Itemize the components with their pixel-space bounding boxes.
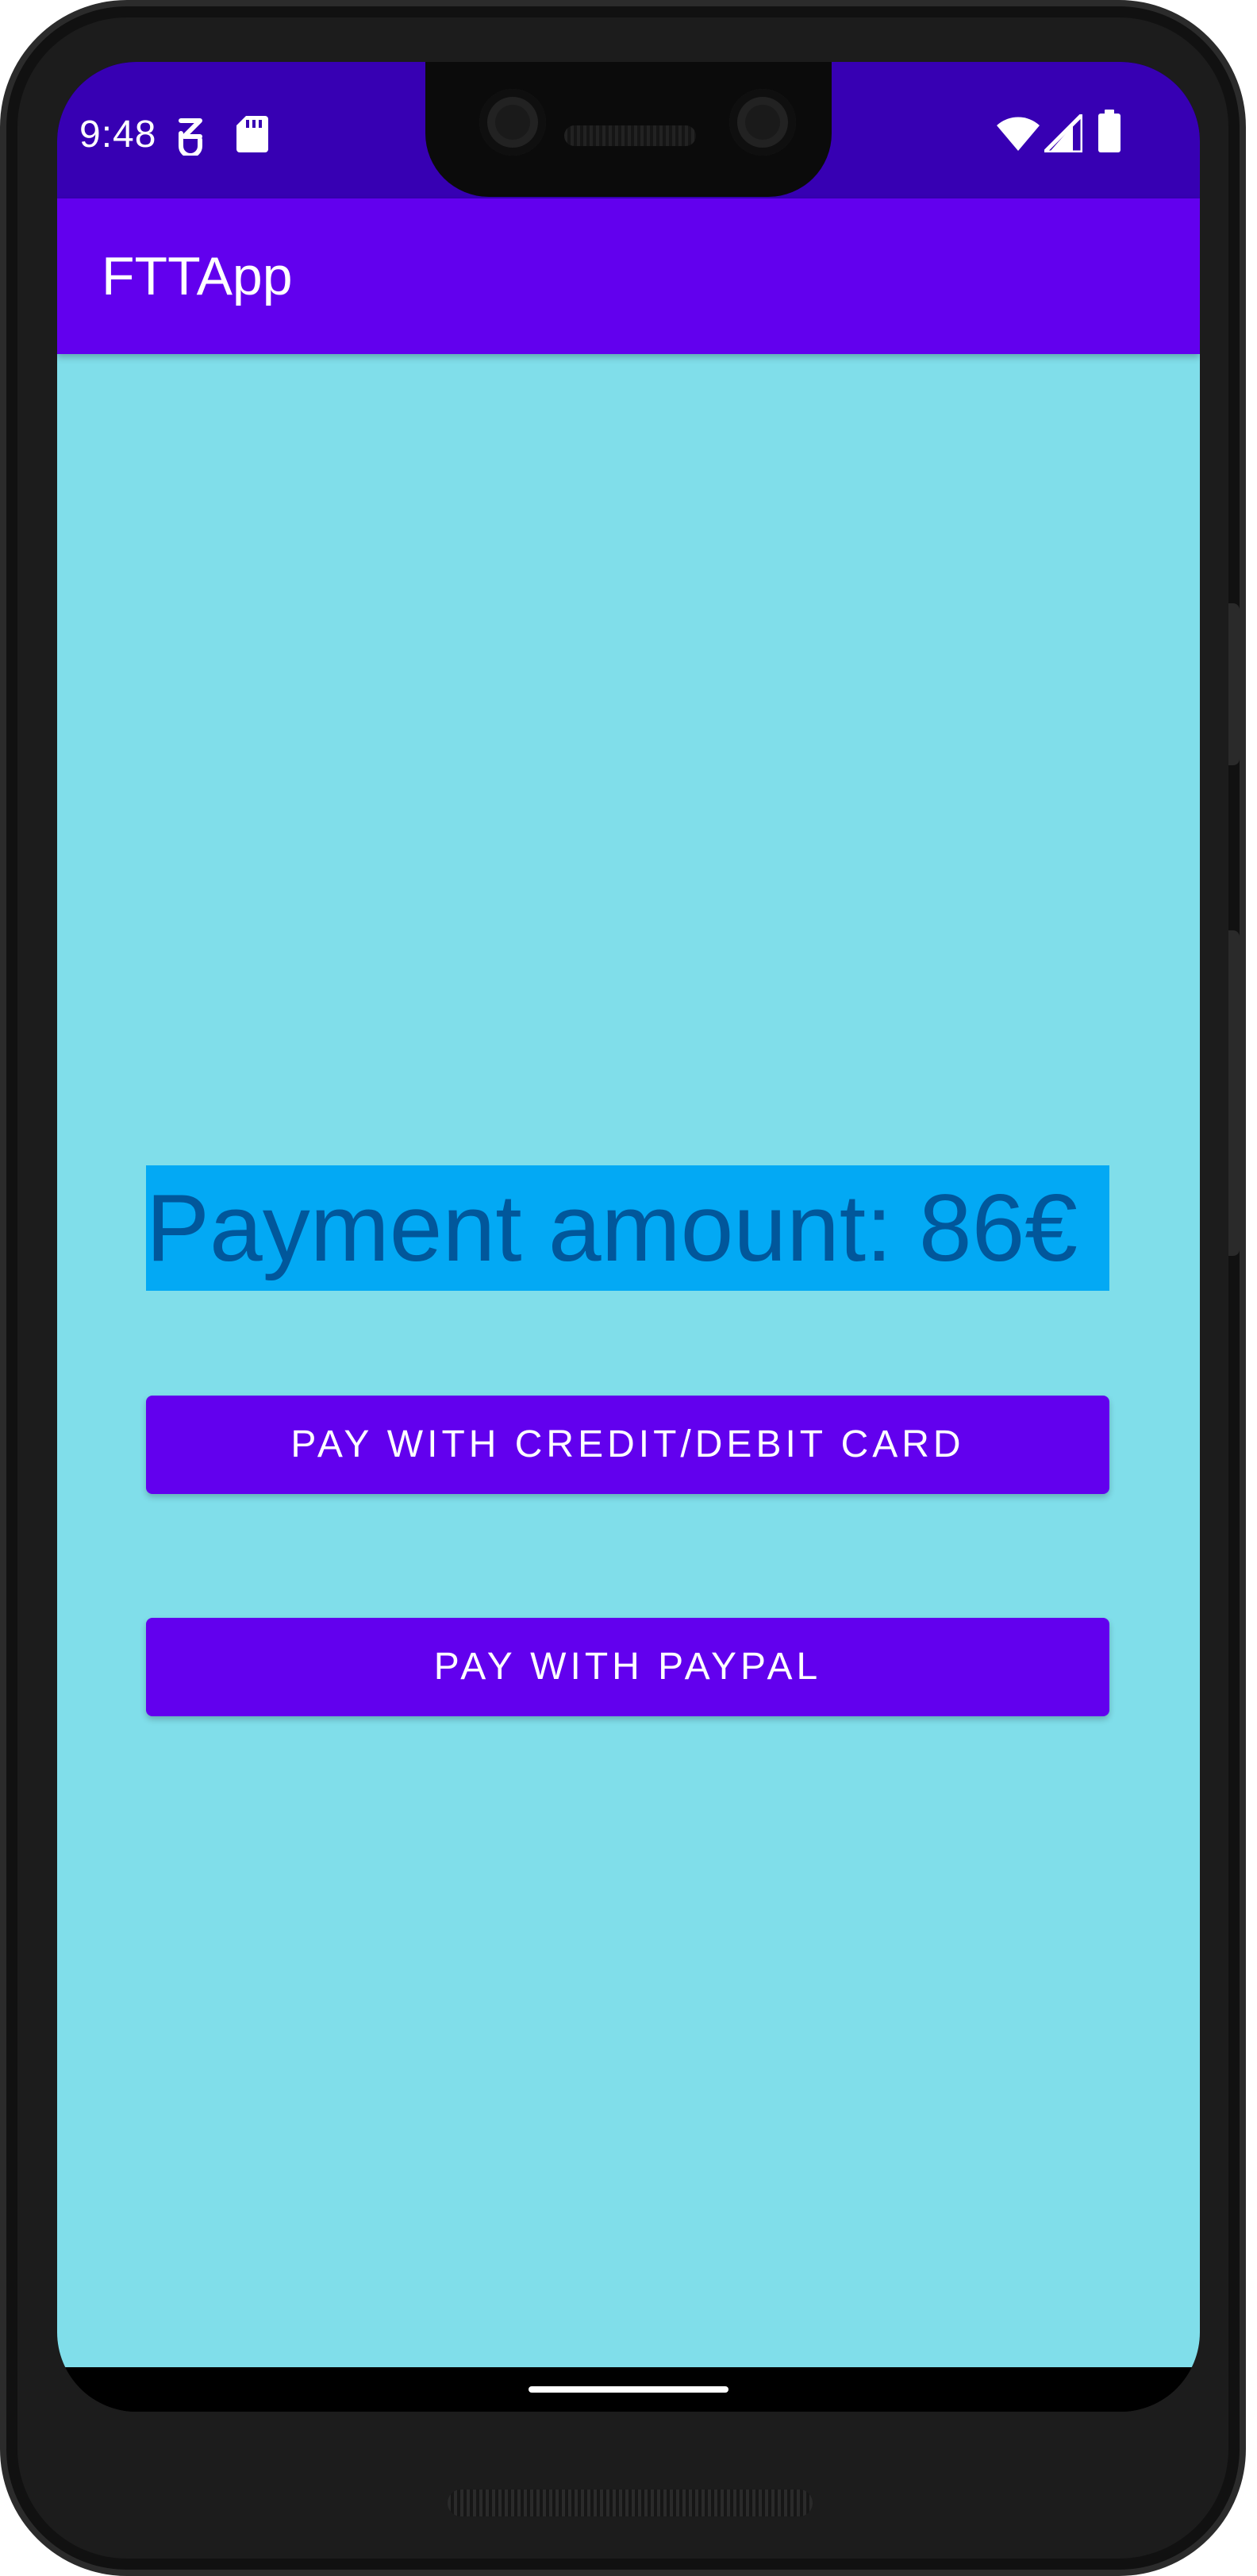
data-saver-icon — [175, 114, 206, 160]
pay-with-card-button[interactable]: PAY WITH CREDIT/DEBIT CARD — [146, 1396, 1109, 1494]
earpiece-speaker — [564, 125, 696, 146]
front-camera-left — [479, 89, 546, 156]
bottom-speaker-grille — [448, 2489, 813, 2516]
volume-rocker — [1228, 930, 1240, 1256]
sd-card-icon — [236, 116, 268, 156]
pay-with-paypal-button[interactable]: PAY WITH PAYPAL — [146, 1618, 1109, 1716]
app-title: FTTApp — [102, 246, 293, 306]
display-notch — [425, 62, 832, 197]
wifi-icon — [997, 116, 1040, 155]
app-toolbar: FTTApp — [57, 198, 1200, 354]
cell-signal-icon — [1042, 112, 1085, 156]
status-bar: 9:48 — [57, 62, 1200, 198]
power-button — [1228, 603, 1240, 765]
home-gesture-handle[interactable] — [529, 2386, 728, 2393]
payment-screen-content: Payment amount: 86€ PAY WITH CREDIT/DEBI… — [57, 354, 1200, 2367]
battery-icon — [1098, 110, 1121, 156]
device-screen: 9:48 FTTApp Payment amount: 86€ PAY WITH… — [57, 62, 1200, 2412]
phone-frame: 9:48 FTTApp Payment amount: 86€ PAY WITH… — [0, 0, 1246, 2576]
navigation-bar — [57, 2367, 1200, 2412]
payment-amount-label: Payment amount: 86€ — [146, 1165, 1109, 1291]
status-time: 9:48 — [79, 114, 157, 156]
front-camera-right — [729, 89, 796, 156]
